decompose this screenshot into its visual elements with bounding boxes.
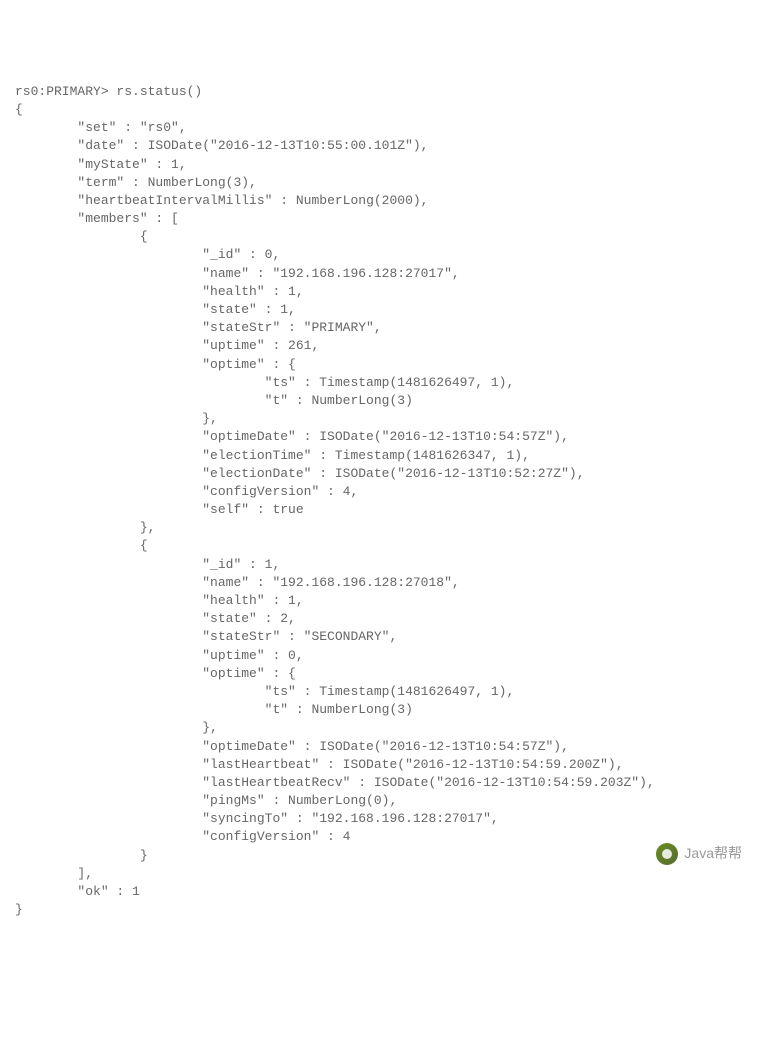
m0-state: "state" : 1, xyxy=(202,302,296,317)
field-term: "term" : NumberLong(3), xyxy=(77,175,256,190)
brace-open: { xyxy=(15,102,23,117)
prompt-line: rs0:PRIMARY> rs.status() xyxy=(15,84,202,99)
m0-id: "_id" : 0, xyxy=(202,247,280,262)
member-close: } xyxy=(140,848,148,863)
optime-close: }, xyxy=(202,411,218,426)
brace-close: } xyxy=(15,902,23,917)
m1-pingms: "pingMs" : NumberLong(0), xyxy=(202,793,397,808)
m0-statestr: "stateStr" : "PRIMARY", xyxy=(202,320,381,335)
member-open-2: { xyxy=(140,538,148,553)
m1-lastheartbeatrecv: "lastHeartbeatRecv" : ISODate("2016-12-1… xyxy=(202,775,654,790)
m0-optimedate: "optimeDate" : ISODate("2016-12-13T10:54… xyxy=(202,429,569,444)
m0-optime-t: "t" : NumberLong(3) xyxy=(265,393,413,408)
watermark: Java帮帮 xyxy=(656,843,742,865)
member-close-comma: }, xyxy=(140,520,156,535)
field-mystate: "myState" : 1, xyxy=(77,157,186,172)
m1-id: "_id" : 1, xyxy=(202,557,280,572)
m0-optime-ts: "ts" : Timestamp(1481626497, 1), xyxy=(265,375,515,390)
m0-configversion: "configVersion" : 4, xyxy=(202,484,358,499)
m1-name: "name" : "192.168.196.128:27018", xyxy=(202,575,459,590)
m1-optimedate: "optimeDate" : ISODate("2016-12-13T10:54… xyxy=(202,739,569,754)
field-heartbeat: "heartbeatIntervalMillis" : NumberLong(2… xyxy=(77,193,428,208)
m1-uptime: "uptime" : 0, xyxy=(202,648,303,663)
wechat-icon xyxy=(656,843,678,865)
m1-syncingto: "syncingTo" : "192.168.196.128:27017", xyxy=(202,811,498,826)
optime-close-2: }, xyxy=(202,720,218,735)
field-set: "set" : "rs0", xyxy=(77,120,186,135)
m0-electiontime: "electionTime" : Timestamp(1481626347, 1… xyxy=(202,448,530,463)
watermark-text: Java帮帮 xyxy=(684,844,742,864)
array-close: ], xyxy=(77,866,93,881)
m0-name: "name" : "192.168.196.128:27017", xyxy=(202,266,459,281)
m1-optime-t: "t" : NumberLong(3) xyxy=(265,702,413,717)
m0-optime-open: "optime" : { xyxy=(202,357,296,372)
member-open: { xyxy=(140,229,148,244)
m0-uptime: "uptime" : 261, xyxy=(202,338,319,353)
terminal-output: rs0:PRIMARY> rs.status() { "set" : "rs0"… xyxy=(15,83,752,920)
field-date: "date" : ISODate("2016-12-13T10:55:00.10… xyxy=(77,138,428,153)
m1-state: "state" : 2, xyxy=(202,611,296,626)
m0-electiondate: "electionDate" : ISODate("2016-12-13T10:… xyxy=(202,466,584,481)
m0-self: "self" : true xyxy=(202,502,303,517)
m0-health: "health" : 1, xyxy=(202,284,303,299)
field-ok: "ok" : 1 xyxy=(77,884,139,899)
m1-statestr: "stateStr" : "SECONDARY", xyxy=(202,629,397,644)
m1-optime-ts: "ts" : Timestamp(1481626497, 1), xyxy=(265,684,515,699)
m1-health: "health" : 1, xyxy=(202,593,303,608)
m1-optime-open: "optime" : { xyxy=(202,666,296,681)
m1-lastheartbeat: "lastHeartbeat" : ISODate("2016-12-13T10… xyxy=(202,757,623,772)
m1-configversion: "configVersion" : 4 xyxy=(202,829,350,844)
field-members: "members" : [ xyxy=(77,211,178,226)
